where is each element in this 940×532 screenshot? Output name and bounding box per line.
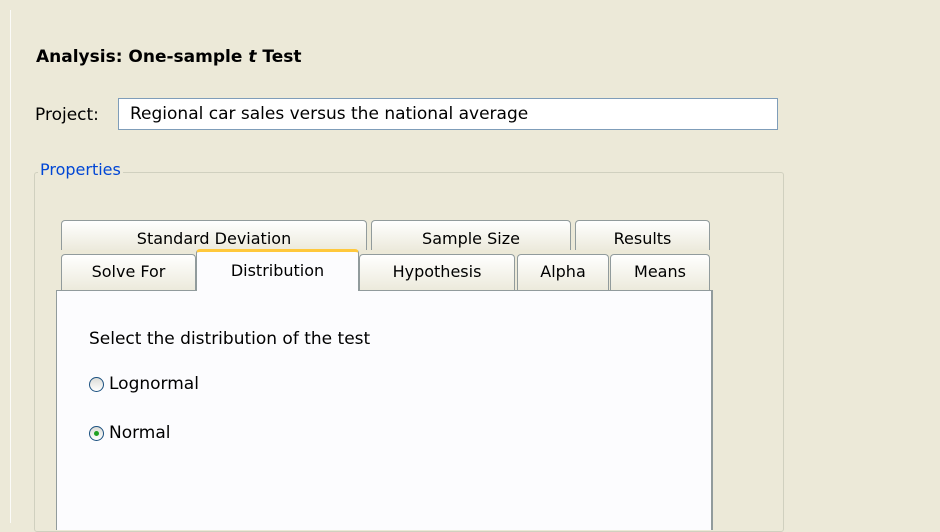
title-prefix: Analysis: One-sample (36, 47, 249, 67)
radio-normal-label: Normal (109, 423, 171, 443)
distribution-panel: Select the distribution of the test Logn… (56, 290, 713, 530)
radio-lognormal-circle[interactable] (89, 376, 104, 392)
tab-means[interactable]: Means (610, 254, 710, 290)
tab-alpha[interactable]: Alpha (517, 254, 609, 290)
analysis-title: Analysis: One-sample t Test (36, 47, 302, 67)
window-edge (10, 10, 11, 523)
radio-normal-circle[interactable] (89, 425, 104, 441)
tab-sample-size[interactable]: Sample Size (371, 220, 571, 250)
project-input[interactable] (118, 98, 778, 130)
radio-lognormal-label: Lognormal (109, 374, 199, 394)
radio-normal[interactable]: Normal (89, 423, 171, 443)
radio-lognormal[interactable]: Lognormal (89, 374, 199, 394)
tab-distribution[interactable]: Distribution (196, 249, 359, 291)
distribution-prompt: Select the distribution of the test (89, 329, 371, 349)
tab-hypothesis[interactable]: Hypothesis (359, 254, 515, 290)
tab-standard-deviation[interactable]: Standard Deviation (61, 220, 367, 250)
title-suffix: Test (256, 47, 302, 67)
properties-legend: Properties (38, 160, 123, 179)
project-label: Project: (35, 105, 99, 125)
tab-results[interactable]: Results (575, 220, 710, 250)
tab-solve-for[interactable]: Solve For (61, 254, 196, 290)
